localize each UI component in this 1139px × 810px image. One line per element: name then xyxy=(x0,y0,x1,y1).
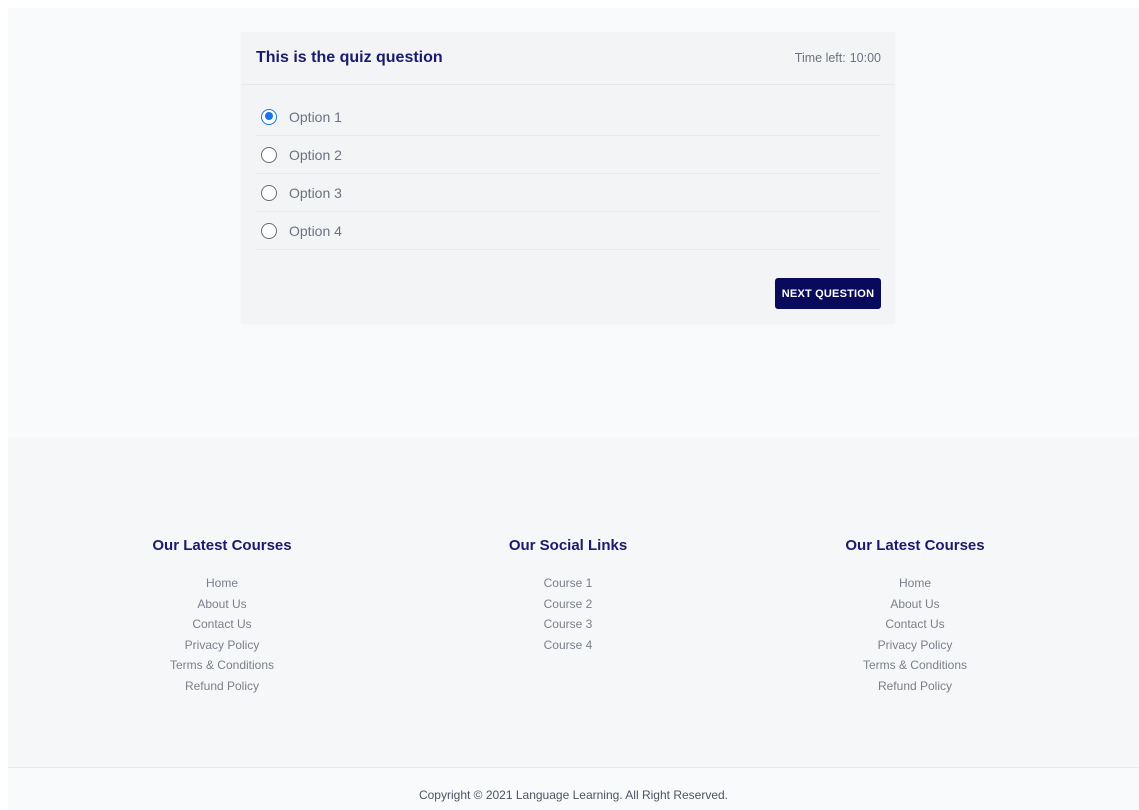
radio-button[interactable] xyxy=(261,184,277,201)
option-label: Option 1 xyxy=(289,108,342,125)
footer-link-contact-us[interactable]: Contact Us xyxy=(192,617,251,631)
answer-options: Option 1 Option 2 Option 3 Option 4 xyxy=(256,98,881,250)
answer-option-1[interactable]: Option 1 xyxy=(256,98,881,136)
timer-value: 10:00 xyxy=(849,51,881,65)
footer-link-course-2[interactable]: Course 2 xyxy=(544,597,593,611)
quiz-question-title: This is the quiz question xyxy=(256,49,443,66)
footer-link-terms-conditions[interactable]: Terms & Conditions xyxy=(863,658,967,672)
footer-link-course-1[interactable]: Course 1 xyxy=(544,576,593,590)
footer-link-course-3[interactable]: Course 3 xyxy=(544,617,593,631)
answer-option-4[interactable]: Option 4 xyxy=(256,212,881,250)
footer-link-contact-us[interactable]: Contact Us xyxy=(885,617,944,631)
footer-link-home[interactable]: Home xyxy=(206,576,238,590)
quiz-header: This is the quiz question Time left: 10:0… xyxy=(241,32,895,85)
radio-button[interactable] xyxy=(261,108,277,125)
radio-button[interactable] xyxy=(261,146,277,163)
footer-link-about-us[interactable]: About Us xyxy=(197,597,246,611)
footer-link-course-4[interactable]: Course 4 xyxy=(544,638,593,652)
option-label: Option 2 xyxy=(289,146,342,163)
footer-column-latest-courses-2: Our Latest Courses Home About Us Contact… xyxy=(795,537,1035,696)
footer-column-social-links: Our Social Links Course 1 Course 2 Cours… xyxy=(448,537,688,655)
footer-link-refund-policy[interactable]: Refund Policy xyxy=(878,679,952,693)
footer-link-home[interactable]: Home xyxy=(899,576,931,590)
footer-link-list: Course 1 Course 2 Course 3 Course 4 xyxy=(448,573,688,655)
radio-button[interactable] xyxy=(261,222,277,239)
footer-heading: Our Social Links xyxy=(508,537,628,554)
quiz-card: This is the quiz question Time left: 10:0… xyxy=(241,32,895,323)
footer-link-refund-policy[interactable]: Refund Policy xyxy=(185,679,259,693)
footer-link-terms-conditions[interactable]: Terms & Conditions xyxy=(170,658,274,672)
option-label: Option 3 xyxy=(289,184,342,201)
footer-link-list: Home About Us Contact Us Privacy Policy … xyxy=(795,573,1035,696)
page: This is the quiz question Time left: 10:0… xyxy=(8,8,1139,810)
footer-link-privacy-policy[interactable]: Privacy Policy xyxy=(185,638,260,652)
footer-heading: Our Latest Courses xyxy=(152,537,292,554)
footer-heading: Our Latest Courses xyxy=(845,537,985,554)
footer-link-privacy-policy[interactable]: Privacy Policy xyxy=(878,638,953,652)
footer: Our Latest Courses Home About Us Contact… xyxy=(8,438,1139,768)
footer-link-about-us[interactable]: About Us xyxy=(890,597,939,611)
copyright-bar: Copyright © 2021 Language Learning. All … xyxy=(8,767,1139,810)
answer-option-3[interactable]: Option 3 xyxy=(256,174,881,212)
footer-column-latest-courses: Our Latest Courses Home About Us Contact… xyxy=(102,537,342,696)
answer-option-2[interactable]: Option 2 xyxy=(256,136,881,174)
next-question-button[interactable]: NEXT QUESTION xyxy=(775,278,881,309)
quiz-timer: Time left: 10:00 xyxy=(795,51,881,65)
option-label: Option 4 xyxy=(289,222,342,239)
timer-label: Time left: xyxy=(794,51,846,65)
copyright-text: Copyright © 2021 Language Learning. All … xyxy=(418,788,729,802)
footer-link-list: Home About Us Contact Us Privacy Policy … xyxy=(102,573,342,696)
